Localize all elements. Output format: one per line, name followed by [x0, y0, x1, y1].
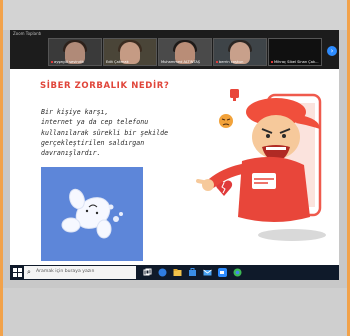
shared-slide: SİBER ZORBALIK NEDİR? Bir kişiye karşı, …	[10, 69, 339, 265]
slide-title: SİBER ZORBALIK NEDİR?	[40, 81, 170, 91]
mic-muted-icon	[271, 61, 273, 63]
search-placeholder: Aramak için buraya yazın	[36, 269, 95, 274]
participant-name: ayşegül sevindik	[54, 60, 84, 64]
chrome-icon[interactable]	[233, 268, 242, 277]
edge-icon[interactable]	[158, 268, 167, 277]
slide-body-text: Bir kişiye karşı, internet ya da cep tel…	[41, 108, 169, 158]
next-page-icon[interactable]: ›	[327, 46, 337, 56]
mail-icon[interactable]	[203, 268, 212, 277]
angry-emoji-icon	[219, 114, 233, 128]
zoom-gallery-strip: Zoom Toplantı ayşegül sevindik Edit Çakm…	[10, 30, 339, 69]
bully-illustration	[196, 77, 328, 249]
task-view-icon[interactable]	[143, 268, 152, 277]
cartoon-image	[41, 167, 143, 261]
taskbar-search-box[interactable]: ⌕ Aramak için buraya yazın	[24, 266, 136, 279]
mic-muted-icon	[216, 61, 218, 63]
participant-tile[interactable]: Muhammed ALTINTAŞ	[158, 38, 212, 66]
file-explorer-icon[interactable]	[173, 268, 182, 277]
zoom-icon[interactable]	[218, 268, 227, 277]
bottom-frame	[0, 288, 350, 336]
participant-name: berrin coşkun	[219, 60, 244, 64]
participant-tile[interactable]: Edit Çakmak	[103, 38, 157, 66]
mic-muted-icon	[51, 61, 53, 63]
zoom-window-title: Zoom Toplantı	[13, 31, 42, 36]
search-icon: ⌕	[27, 268, 31, 276]
participant-tile[interactable]: ayşegül sevindik	[48, 38, 102, 66]
participant-name: Edit Çakmak	[106, 60, 129, 64]
participant-tile[interactable]: berrin coşkun	[213, 38, 267, 66]
participant-tile[interactable]: Mihraç Sibel Sinan Çak...	[268, 38, 322, 66]
windows-start-icon[interactable]	[13, 268, 22, 277]
left-border	[0, 0, 3, 336]
participant-name: Muhammed ALTINTAŞ	[161, 60, 201, 64]
thumbs-down-icon	[230, 89, 239, 101]
participant-name: Mihraç Sibel Sinan Çak...	[274, 60, 319, 64]
top-frame	[0, 0, 350, 30]
store-icon[interactable]	[188, 268, 197, 277]
windows-taskbar: ⌕ Aramak için buraya yazın	[10, 265, 339, 280]
